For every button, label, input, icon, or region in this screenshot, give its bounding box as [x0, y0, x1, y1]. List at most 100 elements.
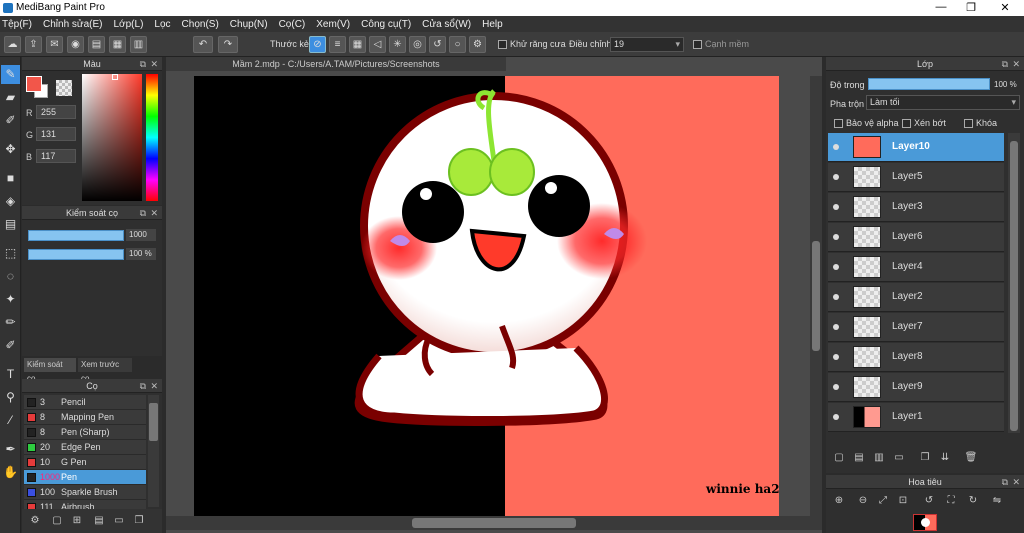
visibility-eye-icon[interactable] — [833, 354, 839, 360]
visibility-eye-icon[interactable] — [833, 144, 839, 150]
fill-tool-icon[interactable]: ◈ — [1, 192, 20, 211]
operation-tool-icon[interactable]: ⚲ — [1, 388, 20, 407]
document-icon[interactable]: ▤ — [88, 36, 105, 53]
menu-snap[interactable]: Chụp(N) — [230, 19, 268, 30]
select-pen-tool-icon[interactable]: ✏ — [1, 313, 20, 332]
brush-list-item[interactable]: 100 Sparkle Brush — [24, 485, 146, 500]
brush-opacity-value[interactable]: 100 % — [126, 248, 156, 260]
scroll-thumb[interactable] — [149, 403, 158, 441]
transparent-color-swatch[interactable] — [56, 80, 72, 96]
lock-checkbox[interactable] — [964, 119, 973, 128]
chat-icon[interactable]: ◉ — [67, 36, 84, 53]
duplicate-layer-icon[interactable]: ❐ — [918, 451, 932, 465]
brush-opacity-slider[interactable] — [28, 249, 124, 260]
layer-row[interactable]: Layer6 — [828, 223, 1004, 252]
lasso-tool-icon[interactable]: ◌ — [1, 267, 20, 286]
eraser-tool-icon[interactable]: ▰ — [1, 88, 20, 107]
hand-tool-icon[interactable]: ✋ — [1, 463, 20, 482]
layer-row[interactable]: Layer10 — [828, 133, 1004, 162]
brush-size-value[interactable]: 1000 — [126, 229, 156, 241]
new-layer-icon[interactable]: ▢ — [832, 451, 846, 465]
primary-color-swatch[interactable] — [26, 76, 42, 92]
brush-list-item[interactable]: 3 Pencil — [24, 395, 146, 410]
actual-size-icon[interactable]: ⊡ — [896, 494, 910, 508]
ruler-off-icon[interactable]: ⊘ — [309, 36, 326, 53]
g-value-field[interactable]: 131 — [36, 127, 76, 141]
text-tool-icon[interactable]: T — [1, 365, 20, 384]
copy-brush-icon[interactable]: ❐ — [132, 514, 146, 528]
grid-icon[interactable]: ▦ — [109, 36, 126, 53]
visibility-eye-icon[interactable] — [833, 414, 839, 420]
clipping-checkbox[interactable] — [902, 119, 911, 128]
close-panel-icon[interactable]: ✕ — [150, 379, 158, 393]
visibility-eye-icon[interactable] — [833, 174, 839, 180]
new-8bit-layer-icon[interactable]: ▥ — [872, 451, 886, 465]
fullscreen-icon[interactable]: ⛶ — [944, 494, 958, 508]
select-rect-tool-icon[interactable]: ⬚ — [1, 244, 20, 263]
r-value-field[interactable]: 255 — [36, 105, 76, 119]
brush-folder-icon[interactable]: ▭ — [112, 514, 126, 528]
blend-mode-select[interactable]: Làm tối ▾ — [866, 95, 1020, 110]
add-brush-icon[interactable]: ⊞ — [70, 514, 84, 528]
menu-brush[interactable]: Cọ(C) — [279, 19, 306, 30]
layer-row[interactable]: Layer3 — [828, 193, 1004, 222]
correction-select[interactable]: 19 ▾ — [610, 37, 684, 52]
menu-window[interactable]: Cửa sổ(W) — [422, 19, 471, 30]
layer-opacity-slider[interactable] — [868, 78, 990, 90]
menu-file[interactable]: Tệp(F) — [2, 19, 32, 30]
close-panel-icon[interactable]: ✕ — [150, 206, 158, 220]
canvas-horizontal-scrollbar[interactable] — [166, 516, 822, 530]
cross-ruler-icon[interactable]: ▦ — [349, 36, 366, 53]
move-tool-icon[interactable]: ✥ — [1, 140, 20, 159]
maximize-button[interactable]: ❐ — [956, 1, 986, 14]
layer-row[interactable]: Layer5 — [828, 163, 1004, 192]
navigator-thumbnail[interactable] — [913, 514, 937, 531]
ellipse-ruler-icon[interactable]: ○ — [449, 36, 466, 53]
rotate-right-icon[interactable]: ↻ — [966, 494, 980, 508]
popout-icon[interactable]: ⧉ — [140, 379, 146, 393]
layout-icon[interactable]: ▥ — [130, 36, 147, 53]
brush-list-item[interactable]: 8 Pen (Sharp) — [24, 425, 146, 440]
layer-row[interactable]: Layer1 — [828, 403, 1004, 432]
menu-tools[interactable]: Công cụ(T) — [361, 19, 411, 30]
canvas[interactable]: winnie ha247 — [194, 76, 779, 516]
comment-icon[interactable]: ✉ — [46, 36, 63, 53]
visibility-eye-icon[interactable] — [833, 294, 839, 300]
antialias-checkbox[interactable] — [498, 40, 507, 49]
upload-icon[interactable]: ⇪ — [25, 36, 42, 53]
close-button[interactable]: ✕ — [990, 1, 1020, 14]
popout-icon[interactable]: ⧉ — [1002, 57, 1008, 71]
hscroll-thumb[interactable] — [412, 518, 576, 528]
popout-icon[interactable]: ⧉ — [140, 57, 146, 71]
zoom-out-icon[interactable]: ⊖ — [856, 494, 870, 508]
tab-brush-control[interactable]: Kiểm soát cọ — [24, 358, 76, 383]
visibility-eye-icon[interactable] — [833, 204, 839, 210]
brush-list-scrollbar[interactable] — [148, 395, 159, 507]
new-halftone-layer-icon[interactable]: ▤ — [852, 451, 866, 465]
new-folder-icon[interactable]: ▭ — [892, 451, 906, 465]
close-panel-icon[interactable]: ✕ — [1012, 57, 1020, 71]
hue-slider[interactable] — [146, 74, 158, 201]
saturation-value-picker[interactable] — [82, 74, 142, 201]
menu-select[interactable]: Chọn(S) — [182, 19, 219, 30]
magic-wand-tool-icon[interactable]: ✦ — [1, 290, 20, 309]
curve-ruler-icon[interactable]: ↺ — [429, 36, 446, 53]
close-panel-icon[interactable]: ✕ — [1012, 475, 1020, 489]
layer-row[interactable]: Layer7 — [828, 313, 1004, 342]
brush-size-slider[interactable] — [28, 230, 124, 241]
visibility-eye-icon[interactable] — [833, 384, 839, 390]
menu-layer[interactable]: Lớp(L) — [114, 19, 144, 30]
layer-list-scrollbar[interactable] — [1008, 133, 1020, 433]
brush-tool-icon[interactable]: ✎ — [1, 65, 20, 84]
brush-list-item[interactable]: 1000 Pen — [24, 470, 146, 485]
merge-layer-icon[interactable]: ⇊ — [938, 451, 952, 465]
visibility-eye-icon[interactable] — [833, 264, 839, 270]
shape-tool-icon[interactable]: ■ — [1, 169, 20, 188]
parallel-ruler-icon[interactable]: ≡ — [329, 36, 346, 53]
scroll-thumb[interactable] — [1010, 141, 1018, 431]
brush-list-item[interactable]: 8 Mapping Pen — [24, 410, 146, 425]
popout-icon[interactable]: ⧉ — [1002, 475, 1008, 489]
dot-tool-icon[interactable]: ✐ — [1, 111, 20, 130]
gradient-tool-icon[interactable]: ▤ — [1, 215, 20, 234]
new-brush-icon[interactable]: ▢ — [50, 514, 64, 528]
